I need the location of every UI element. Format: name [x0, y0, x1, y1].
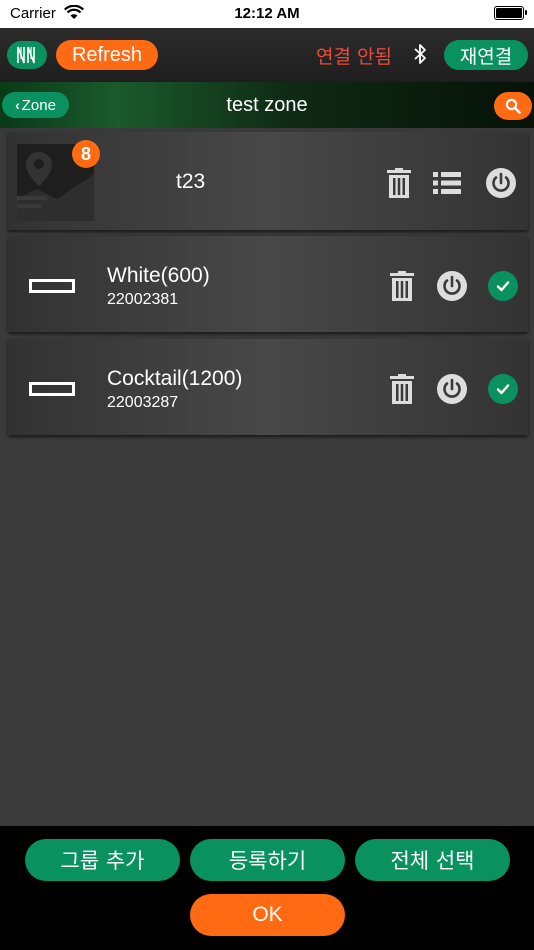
register-button[interactable]: 등록하기: [190, 839, 345, 881]
trash-icon[interactable]: [389, 271, 415, 301]
group-card[interactable]: 8 t23: [8, 132, 528, 230]
list-icon[interactable]: [433, 172, 461, 194]
bottom-action-bar: 그룹 추가 등록하기 전체 선택 OK: [0, 826, 534, 950]
device-serial: 22003287: [107, 394, 179, 411]
reconnect-button[interactable]: 재연결: [444, 40, 528, 70]
device-name: Cocktail(1200): [107, 367, 243, 390]
refresh-button[interactable]: Refresh: [56, 40, 158, 70]
status-bar: Carrier 12:12 AM: [0, 0, 534, 28]
power-icon[interactable]: [436, 270, 468, 302]
power-icon[interactable]: [436, 373, 468, 405]
group-name: t23: [176, 170, 206, 193]
zone-title: test zone: [226, 94, 308, 116]
light-bar-icon: [29, 279, 75, 293]
search-icon: [505, 98, 521, 114]
device-serial: 22002381: [107, 291, 179, 308]
select-checkbox[interactable]: [488, 374, 518, 404]
search-button[interactable]: [494, 92, 532, 120]
clock: 12:12 AM: [234, 5, 300, 22]
connection-status: 연결 안됨: [316, 46, 392, 68]
zone-header: ‹ Zone test zone: [0, 82, 534, 128]
check-icon: [496, 384, 510, 395]
check-icon: [496, 281, 510, 292]
add-group-button[interactable]: 그룹 추가: [25, 839, 180, 881]
light-bar-icon: [29, 382, 75, 396]
device-name: White(600): [107, 264, 210, 287]
top-toolbar: Refresh 연결 안됨 재연결: [0, 28, 534, 82]
trash-icon[interactable]: [386, 168, 412, 198]
bluetooth-icon: [413, 43, 427, 69]
power-icon[interactable]: [485, 167, 517, 199]
select-checkbox[interactable]: [488, 271, 518, 301]
battery-icon: [494, 6, 527, 20]
ok-button[interactable]: OK: [190, 894, 345, 936]
device-card[interactable]: White(600) 22002381: [8, 236, 528, 332]
select-all-button[interactable]: 전체 선택: [355, 839, 510, 881]
group-count-badge: 8: [72, 140, 100, 168]
nn-logo-icon[interactable]: [7, 41, 47, 69]
trash-icon[interactable]: [389, 374, 415, 404]
device-card[interactable]: Cocktail(1200) 22003287: [8, 339, 528, 435]
